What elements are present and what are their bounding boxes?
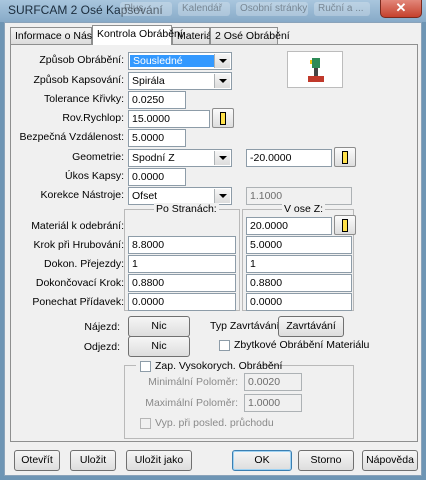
bg-tab-3: Osobní stránky: [236, 2, 308, 16]
zpusob-obrabeni-label: Způsob Obrábění:: [39, 54, 124, 66]
material-z-input[interactable]: 20.0000: [246, 217, 332, 235]
row-label-krok-hrubovani: Krok při Hrubování:: [33, 239, 124, 251]
row-label-ponechat-pridavek: Ponechat Přídavek:: [32, 296, 124, 308]
cancel-button[interactable]: Storno: [298, 450, 354, 471]
chevron-down-icon: [214, 54, 230, 68]
geometrie-label: Geometrie:: [72, 151, 124, 163]
row-label-material: Materiál k odebrání:: [31, 220, 124, 232]
vyp-posled-label: Vyp. při posled. průchodu: [155, 417, 274, 429]
max-polomer-label: Maximální Poloměr:: [145, 397, 238, 409]
bezpecna-vzdalenost-label: Bezpečná Vzdálenost:: [19, 131, 125, 143]
rov-rychlop-info-button[interactable]: [212, 108, 234, 128]
dokoncovaci-krok-side-input[interactable]: 0.8800: [128, 274, 236, 292]
zavrtavani-button[interactable]: Zavrtávání: [278, 316, 344, 337]
rov-rychlop-input[interactable]: 15.0000: [128, 110, 210, 128]
tab-kontrola-obrabeni[interactable]: Kontrola Obrábění: [92, 25, 183, 45]
tolerance-krivky-input[interactable]: 0.0250: [128, 91, 186, 109]
zbytkove-obrabeni-label: Zbytkové Obrábění Materiálu: [234, 339, 370, 351]
v-ose-z-header: V ose Z:: [282, 203, 326, 215]
zpusob-kapsovani-select[interactable]: Spirála: [128, 72, 232, 90]
zpusob-obrabeni-select[interactable]: Sousledné: [128, 52, 232, 70]
dokon-prejezdy-side-input[interactable]: 1: [128, 255, 236, 273]
korekce-nastroje-value: Ofset: [132, 190, 158, 202]
odjezd-button[interactable]: Nic: [128, 336, 190, 357]
min-polomer-label: Minimální Poloměr:: [148, 376, 238, 388]
ok-button[interactable]: OK: [232, 450, 292, 471]
najezd-button[interactable]: Nic: [128, 316, 190, 337]
info-icon: [220, 112, 226, 126]
tool-preview: [287, 51, 343, 88]
krok-hrubovani-z-input[interactable]: 5.0000: [246, 236, 352, 254]
open-button[interactable]: Otevřít: [14, 450, 60, 471]
geometrie-select[interactable]: Spodní Z: [128, 149, 232, 167]
save-as-button[interactable]: Uložit jako: [126, 450, 192, 471]
geometrie-value: Spodní Z: [132, 152, 175, 164]
typ-zavrtavani-label: Typ Zavrtávání:: [210, 320, 283, 332]
ponechat-pridavek-z-input[interactable]: 0.0000: [246, 293, 352, 311]
info-icon: [342, 151, 348, 165]
chevron-down-icon: [214, 189, 230, 203]
material-info-button[interactable]: [334, 215, 356, 235]
help-button[interactable]: Nápověda: [362, 450, 418, 471]
zpusob-kapsovani-value: Spirála: [132, 75, 165, 87]
korekce-nastroje-label: Korekce Nástroje:: [40, 189, 124, 201]
krok-hrubovani-side-input[interactable]: 8.8000: [128, 236, 236, 254]
po-stranach-header: Po Stranách:: [154, 203, 219, 215]
pocket-tool-icon: [308, 58, 324, 82]
hsm-enable-checkbox[interactable]: [140, 361, 151, 372]
chevron-down-icon: [214, 151, 230, 165]
tab-2-ose-obrabeni[interactable]: 2 Osé Obrábění: [210, 27, 290, 44]
bezpecna-vzdalenost-input[interactable]: 5.0000: [128, 129, 186, 147]
vyp-posled-checkbox[interactable]: [140, 418, 151, 429]
rov-rychlop-label: Rov.Rychlop:: [62, 112, 124, 124]
odjezd-label: Odjezd:: [83, 341, 120, 353]
hsm-enable-label: Zap. Vysokorych. Obrábění: [155, 360, 283, 372]
dokoncovaci-krok-z-input[interactable]: 0.8800: [246, 274, 352, 292]
tolerance-krivky-label: Tolerance Křivky:: [44, 93, 124, 105]
ponechat-pridavek-side-input[interactable]: 0.0000: [128, 293, 236, 311]
zpusob-obrabeni-value: Sousledné: [130, 55, 214, 67]
row-label-dokoncovaci-krok: Dokončovací Krok:: [35, 277, 124, 289]
zpusob-kapsovani-label: Způsob Kapsování:: [33, 74, 124, 86]
ukos-kapsy-input[interactable]: 0.0000: [128, 168, 186, 186]
chevron-down-icon: [214, 74, 230, 88]
info-icon: [342, 219, 348, 233]
zbytkove-obrabeni-checkbox[interactable]: [219, 340, 230, 351]
tab-informace-o-nastroji[interactable]: Informace o Nástroji: [10, 27, 109, 44]
row-label-dokon-prejezdy: Dokon. Přejezdy:: [44, 258, 124, 270]
bg-tab-2: Kalendář: [178, 2, 230, 16]
ukos-kapsy-label: Úkos Kapsy:: [65, 170, 124, 182]
bg-tab-4: Ruční a ...: [314, 2, 370, 16]
close-button[interactable]: ✕: [380, 0, 422, 18]
save-button[interactable]: Uložit: [70, 450, 116, 471]
dokon-prejezdy-z-input[interactable]: 1: [246, 255, 352, 273]
bg-tab-1: Plus: [120, 2, 172, 16]
max-polomer-input: 1.0000: [244, 394, 302, 412]
najezd-label: Nájezd:: [84, 321, 120, 333]
geometrie-z-input[interactable]: -20.0000: [246, 149, 332, 167]
min-polomer-input: 0.0020: [244, 373, 302, 391]
geometrie-info-button[interactable]: [334, 147, 356, 167]
